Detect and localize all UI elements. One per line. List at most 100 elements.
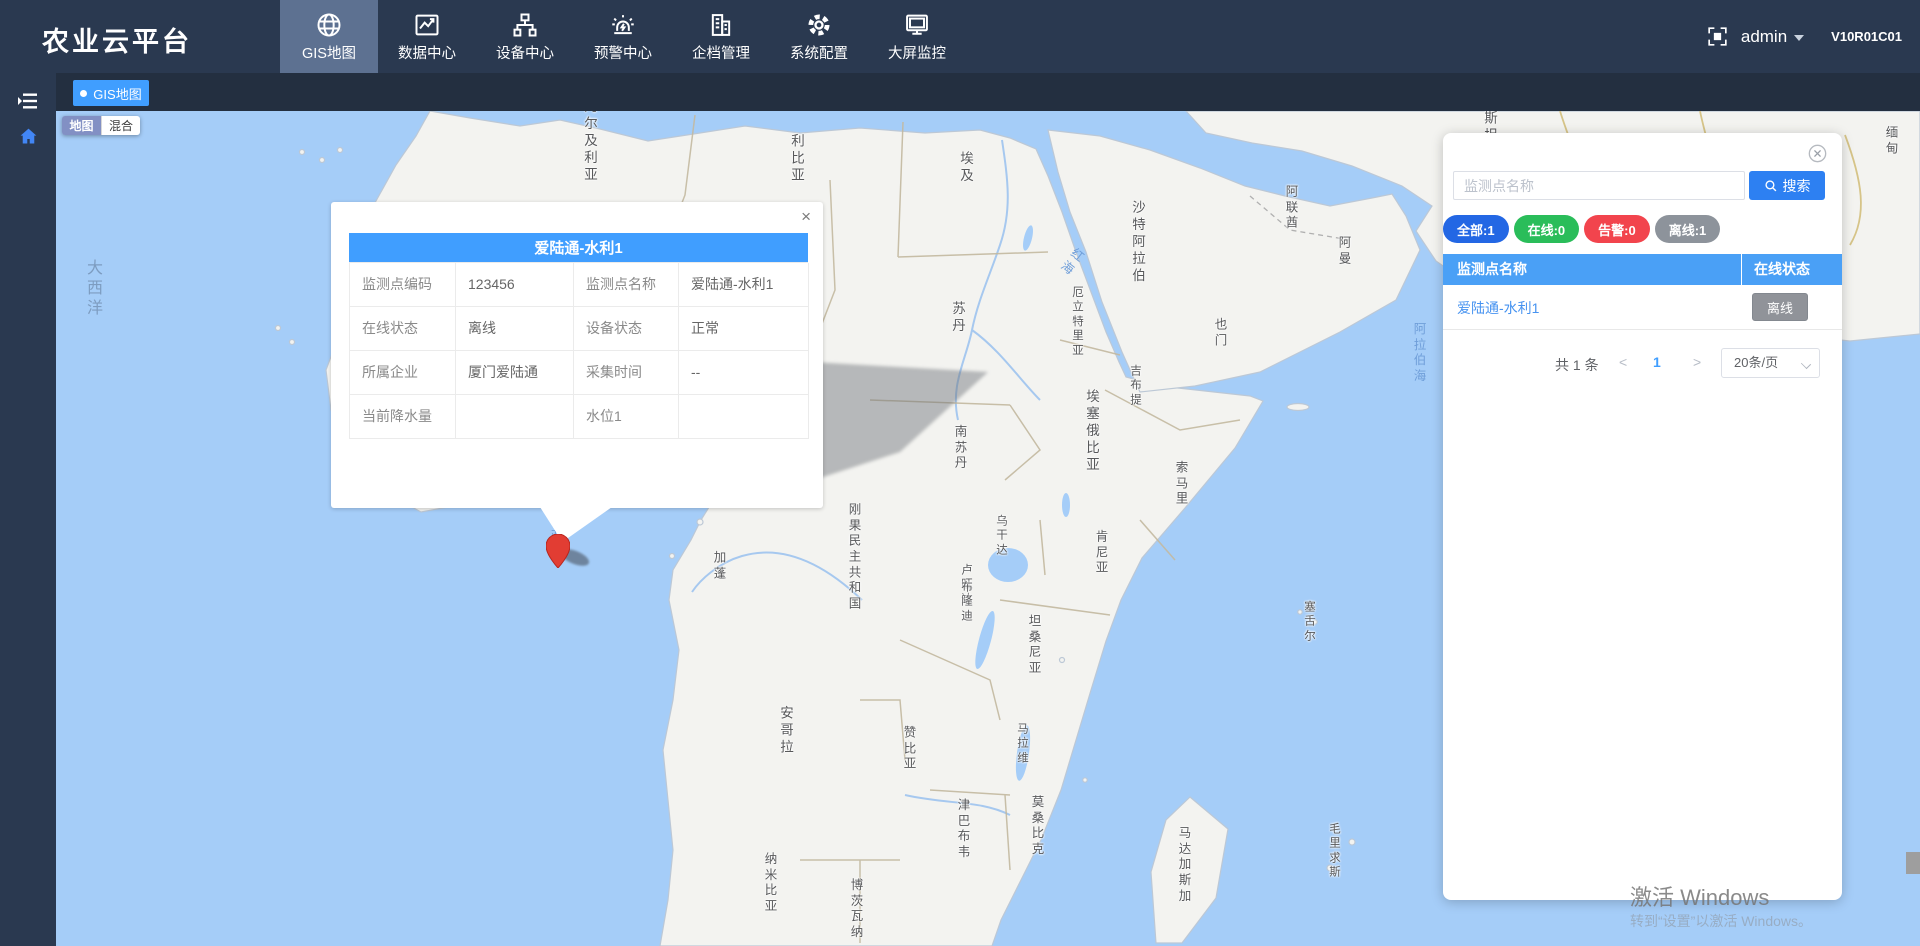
map-label: 阿曼 xyxy=(1339,235,1352,266)
panel-table-header: 监测点名称 在线状态 xyxy=(1443,254,1842,285)
chevron-down-icon xyxy=(1801,359,1811,369)
user-dropdown[interactable]: admin xyxy=(1741,27,1804,47)
version-label: V10R01C01 xyxy=(1831,29,1902,44)
map-label: 乌干达 xyxy=(996,514,1008,557)
pagination-page-1[interactable]: 1 xyxy=(1653,354,1661,370)
map-type-control: 地图 混合 xyxy=(62,116,140,135)
tab-dot-icon xyxy=(80,90,87,97)
map-type-hybrid-button[interactable]: 混合 xyxy=(101,116,140,135)
menu-collapse-icon[interactable] xyxy=(16,89,40,113)
map-label: 莫桑比克 xyxy=(1032,795,1045,858)
app-window: 阿尔及利亚利比亚埃及沙特阿拉伯阿联酋阿曼苏丹厄立特里亚也门吉布提埃塞俄比亚索马里… xyxy=(0,0,1920,946)
map-label: 阿尔及利亚 xyxy=(584,99,598,183)
nav-label: 系统配置 xyxy=(790,42,848,63)
page-size-select[interactable]: 20条/页 xyxy=(1721,348,1820,378)
status-filter-badges: 全部:1 在线:0 告警:0 离线:1 xyxy=(1443,215,1720,243)
column-header-status: 在线状态 xyxy=(1742,254,1842,285)
nav-item-alert-center[interactable]: 预警中心 xyxy=(574,0,672,73)
left-sidebar xyxy=(0,73,56,946)
nav-label: 预警中心 xyxy=(594,42,652,63)
popup-detail-table: 监测点编码 123456 监测点名称 爱陆通-水利1 在线状态 离线 设备状态 … xyxy=(349,262,808,439)
map-label: 加蓬 xyxy=(714,550,727,581)
badge-all[interactable]: 全部:1 xyxy=(1443,215,1509,243)
nav-item-gis-map[interactable]: GIS地图 xyxy=(280,0,378,73)
map-type-map-button[interactable]: 地图 xyxy=(62,116,101,135)
nav-label: 企档管理 xyxy=(692,42,750,63)
status-badge[interactable]: 离线 xyxy=(1752,293,1808,321)
nav-label: 设备中心 xyxy=(496,42,554,63)
popup-table-row: 当前降水量 水位1 xyxy=(350,395,808,439)
sitemap-icon xyxy=(511,11,539,39)
popup-cell-label: 所属企业 xyxy=(350,351,456,395)
popup-cell-value: 爱陆通-水利1 xyxy=(679,263,809,307)
column-header-name: 监测点名称 xyxy=(1443,254,1742,285)
map-label: 沙特阿拉伯 xyxy=(1132,200,1146,284)
map-label: 吉布提 xyxy=(1130,364,1142,407)
nav-item-archive-mgmt[interactable]: 企档管理 xyxy=(672,0,770,73)
tab-label: GIS地图 xyxy=(93,84,141,103)
monitor-icon xyxy=(903,11,931,39)
map-label: 赞比亚 xyxy=(904,726,917,773)
table-row: 爱陆通-水利1 离线 xyxy=(1443,285,1842,330)
map-label: 坦桑尼亚 xyxy=(1029,614,1042,677)
map-label: 毛里求斯 xyxy=(1329,822,1341,880)
nav-item-system-config[interactable]: 系统配置 xyxy=(770,0,868,73)
map-label: 缅甸 xyxy=(1886,125,1899,156)
windows-activation-watermark-sub: 转到“设置”以激活 Windows。 xyxy=(1630,911,1812,931)
navbar-right: admin V10R01C01 xyxy=(1705,0,1902,73)
gear-icon xyxy=(805,11,833,39)
search-button-label: 搜索 xyxy=(1783,176,1811,196)
pagination-prev-icon[interactable]: < xyxy=(1619,354,1627,370)
popup-cell-value: 离线 xyxy=(456,307,574,351)
page-size-value: 20条/页 xyxy=(1734,355,1778,370)
popup-close-icon[interactable]: × xyxy=(801,208,811,225)
nav-label: GIS地图 xyxy=(302,42,356,63)
search-button[interactable]: 搜索 xyxy=(1749,171,1825,200)
panel-close-icon[interactable] xyxy=(1808,144,1827,163)
chart-icon xyxy=(413,11,441,39)
map-label: 布隆迪 xyxy=(961,580,973,623)
search-input[interactable] xyxy=(1453,171,1745,200)
popup-table-row: 监测点编码 123456 监测点名称 爱陆通-水利1 xyxy=(350,263,808,307)
popup-title: 爱陆通-水利1 xyxy=(349,233,808,262)
pagination-total: 共 1 条 xyxy=(1555,355,1599,375)
popup-cell-label: 在线状态 xyxy=(350,307,456,351)
map-label: 博茨瓦纳 xyxy=(851,878,864,941)
monitor-search-panel: 搜索 全部:1 在线:0 告警:0 离线:1 监测点名称 在线状态 爱陆通-水利… xyxy=(1443,133,1842,900)
map-label: 南苏丹 xyxy=(955,425,968,472)
nav-item-data-center[interactable]: 数据中心 xyxy=(378,0,476,73)
map-label: 苏丹 xyxy=(952,301,966,335)
pagination: 共 1 条 < 1 > 20条/页 xyxy=(1443,345,1842,381)
avatar-icon xyxy=(1705,24,1730,49)
badge-online[interactable]: 在线:0 xyxy=(1514,215,1580,243)
map-label: 利比亚 xyxy=(791,134,805,185)
app-logo: 农业云平台 xyxy=(42,20,192,59)
top-navbar: 农业云平台 GIS地图 数据中心 设备中心 xyxy=(0,0,1920,73)
map-label: 刚果民主 共和国 xyxy=(849,502,862,611)
popup-cell-label: 监测点编码 xyxy=(350,263,456,307)
badge-alarm[interactable]: 告警:0 xyxy=(1584,215,1650,243)
popup-cell-value: 正常 xyxy=(679,307,809,351)
search-icon xyxy=(1764,179,1778,193)
badge-offline[interactable]: 离线:1 xyxy=(1655,215,1721,243)
monitor-point-link[interactable]: 爱陆通-水利1 xyxy=(1457,298,1539,318)
nav-item-big-screen[interactable]: 大屏监控 xyxy=(868,0,966,73)
popup-cell-label: 设备状态 xyxy=(574,307,679,351)
popup-cell-value xyxy=(679,395,809,439)
map-label: 安哥拉 xyxy=(780,706,794,757)
pagination-next-icon[interactable]: > xyxy=(1693,354,1701,370)
scrollbar-thumb[interactable] xyxy=(1906,852,1920,874)
tab-gis-map[interactable]: GIS地图 xyxy=(73,80,149,106)
map-label: 马拉维 xyxy=(1017,722,1029,765)
nav-label: 大屏监控 xyxy=(888,42,946,63)
home-icon[interactable] xyxy=(18,126,39,147)
map-label: 厄立特里亚 xyxy=(1072,286,1084,358)
globe-icon xyxy=(315,11,343,39)
popup-cell-label: 当前降水量 xyxy=(350,395,456,439)
popup-table-row: 所属企业 厦门爱陆通 采集时间 -- xyxy=(350,351,808,395)
nav-item-device-center[interactable]: 设备中心 xyxy=(476,0,574,73)
map-label: 津巴布韦 xyxy=(958,798,971,861)
map-label: 索马里 xyxy=(1176,461,1189,508)
map-marker-pin[interactable] xyxy=(546,534,570,568)
building-icon xyxy=(707,11,735,39)
